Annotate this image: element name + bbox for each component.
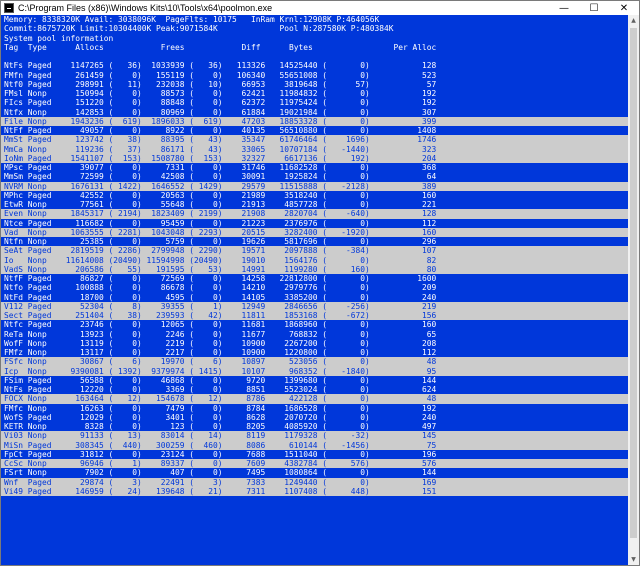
pool-tag-row: NtFf Paged 49057 ( 0) 8922 ( 0) 40135 56… [4, 126, 437, 135]
console-summary-line: Memory: 8338320K Avail: 3038096K PageFlt… [4, 15, 380, 24]
pool-tag-row: File Nonp 1943236 ( 619) 1896033 ( 619) … [1, 116, 628, 126]
pool-tag-row: Ntce Paged 116682 ( 0) 95459 ( 0) 21223 … [4, 218, 437, 228]
pool-tag-row: NtFs Paged 1147265 ( 36) 1033939 ( 36) 1… [4, 61, 437, 71]
pool-tag-row: V112 Paged 52304 ( 8) 39355 ( 1) 12949 2… [1, 301, 628, 311]
pool-tag-row: MmCa Nonp 119236 ( 37) 86171 ( 43) 33065… [1, 144, 628, 154]
pool-tag-row: NtFs Paged 12220 ( 0) 3369 ( 0) 8851 552… [4, 385, 437, 394]
console-output[interactable]: Memory: 8338320K Avail: 3038096K PageFlt… [1, 15, 628, 565]
pool-tag-row: MiSn Paged 308345 ( 440) 300259 ( 460) 8… [1, 440, 628, 450]
pool-tag-row [1, 52, 628, 61]
pool-tag-row: WofS Paged 12029 ( 0) 3401 ( 0) 8628 207… [4, 412, 437, 422]
maximize-button[interactable]: ☐ [579, 1, 609, 15]
pool-tag-row: Wnf Paged 29874 ( 3) 22491 ( 3) 7383 124… [1, 477, 628, 487]
pool-tag-row: MmSm Paged 72599 ( 0) 42508 ( 0) 30091 1… [4, 172, 437, 182]
pool-tag-row: FSim Paged 56588 ( 0) 46868 ( 0) 9720 13… [4, 375, 437, 385]
pool-tag-row: Ntfn Nonp 25385 ( 0) 5759 ( 0) 19626 581… [4, 237, 437, 246]
title-bar[interactable]: C:\Program Files (x86)\Windows Kits\10\T… [1, 1, 639, 15]
console-window: C:\Program Files (x86)\Windows Kits\10\T… [0, 0, 640, 566]
vertical-scrollbar[interactable]: ▲ ▼ [628, 15, 639, 565]
pool-tag-row: CcSc Nonp 96946 ( 1) 89337 ( 0) 7609 438… [1, 459, 628, 469]
minimize-button[interactable]: — [549, 1, 579, 15]
pool-tag-row: FpCt Paged 31812 ( 0) 23124 ( 0) 7688 15… [4, 449, 437, 459]
pool-tag-row: NtfF Paged 86827 ( 0) 72569 ( 0) 14258 2… [4, 274, 437, 283]
pool-tag-row: FSfc Nonp 30867 ( 6) 19970 ( 6) 10897 52… [1, 357, 628, 367]
pool-tag-row: Ntf0 Paged 298991 ( 11) 232038 ( 10) 669… [4, 79, 437, 89]
pool-tag-row: EtwR Nonp 77561 ( 0) 55648 ( 0) 21913 48… [4, 200, 437, 209]
pool-tag-row: Ntfo Paged 100888 ( 0) 86678 ( 0) 14210 … [4, 283, 437, 293]
pool-tag-row: FOCX Nonp 163464 ( 12) 154678 ( 12) 8786… [1, 394, 628, 404]
console-app-icon[interactable] [4, 3, 14, 13]
pool-tag-row: FMfc Nonp 16263 ( 0) 7479 ( 0) 8784 1686… [4, 403, 437, 413]
console-summary-line: System pool information [4, 33, 114, 43]
pool-tag-row: ReTa Nonp 13923 ( 0) 2246 ( 0) 11677 768… [4, 329, 437, 339]
pool-tag-row: FIcs Paged 151220 ( 0) 88848 ( 0) 62372 … [4, 98, 437, 108]
pool-tag-row: Vad Nonp 1063555 ( 2281) 1043048 ( 2293)… [1, 227, 628, 237]
pool-tag-row: MPhc Paged 42552 ( 0) 20563 ( 0) 21989 3… [4, 190, 437, 200]
window-title: C:\Program Files (x86)\Windows Kits\10\T… [18, 3, 273, 13]
pool-tag-row: MPsc Paged 39077 ( 0) 7331 ( 0) 31746 11… [4, 163, 437, 172]
pool-tag-row: WofF Nonp 13119 ( 0) 2219 ( 0) 10900 226… [4, 338, 437, 348]
pool-tag-row: IoNm Paged 1541107 ( 153) 1508780 ( 153)… [1, 153, 628, 163]
pool-tag-row: NVRM Nonp 1676131 ( 1422) 1646552 ( 1429… [1, 181, 628, 191]
pool-tag-row: SeAt Paged 2819519 ( 2286) 2799948 ( 229… [1, 246, 628, 256]
pool-tag-row: Vi49 Paged 146959 ( 24) 139648 ( 21) 731… [1, 486, 628, 496]
scroll-down-arrow-icon[interactable]: ▼ [628, 554, 639, 565]
pool-tag-row: NtFd Paged 18700 ( 0) 4595 ( 0) 14105 33… [4, 292, 437, 302]
close-button[interactable]: ✕ [609, 1, 639, 15]
console-summary-line: Commit:8675720K Limit:10304400K Peak:907… [4, 24, 394, 34]
pool-tag-row: KETR Nonp 8328 ( 0) 123 ( 0) 8205 408592… [4, 422, 437, 431]
pool-tag-row: Even Nonp 1845317 ( 2194) 1823409 ( 2199… [1, 209, 628, 219]
column-header-line: Tag Type Allocs Frees Diff Bytes Per All… [4, 42, 437, 52]
pool-tag-row: MmSt Paged 123742 ( 38) 88395 ( 43) 3534… [1, 135, 628, 145]
pool-tag-row: Ntfc Paged 23746 ( 0) 12065 ( 0) 11681 1… [4, 320, 437, 330]
pool-tag-row: VadS Nonp 206586 ( 55) 191595 ( 53) 1499… [1, 264, 628, 274]
pool-tag-row: FMsl Nonp 150994 ( 0) 88573 ( 0) 62421 1… [4, 89, 437, 98]
scrollbar-thumb[interactable] [630, 28, 637, 538]
pool-tag-row: Sect Paged 251404 ( 38) 239593 ( 42) 118… [1, 311, 628, 321]
pool-tag-row: Io Nonp 11614008 (20490) 11594998 (20490… [1, 255, 628, 265]
pool-tag-row: FSrt Nonp 7902 ( 0) 407 ( 0) 7495 108086… [4, 468, 437, 478]
pool-tag-row: FMfz Nonp 13117 ( 0) 2217 ( 0) 10900 122… [4, 348, 437, 357]
scroll-up-arrow-icon[interactable]: ▲ [628, 15, 639, 26]
pool-tag-row: Vi03 Nonp 91133 ( 13) 83014 ( 14) 8119 1… [1, 431, 628, 441]
pool-tag-row: Ntfx Nonp 142853 ( 0) 80969 ( 0) 61884 1… [4, 107, 437, 117]
pool-tag-row: Icp Nonp 9390081 ( 1392) 9379974 ( 1415)… [1, 366, 628, 376]
pool-tag-row: FMfn Paged 261459 ( 0) 155119 ( 0) 10634… [4, 70, 437, 80]
